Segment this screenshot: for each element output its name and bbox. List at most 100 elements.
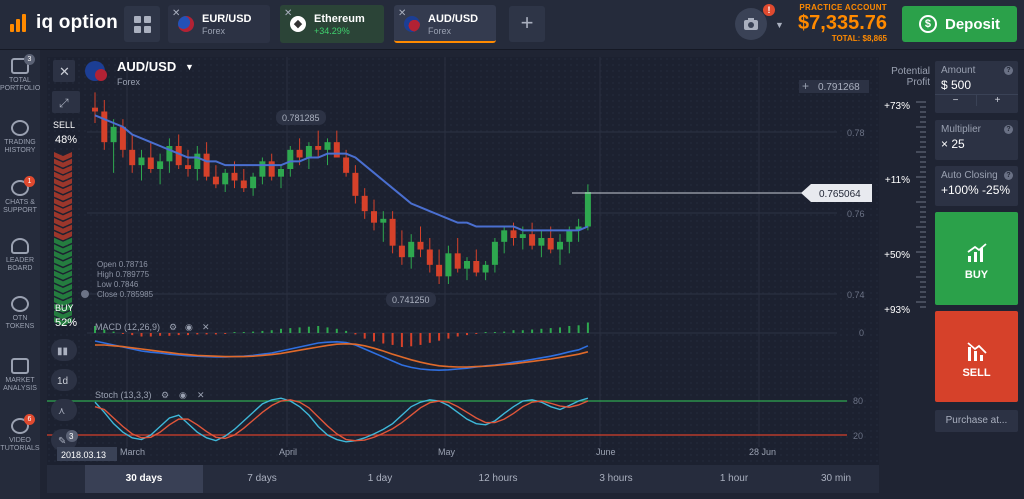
account-balance[interactable]: PRACTICE ACCOUNT $7,335.76 TOTAL: $8,865	[775, 3, 887, 43]
candle-up	[482, 264, 489, 273]
nav-total-portfolio[interactable]: 3 TOTAL PORTFOLIO	[0, 54, 40, 93]
nav-label: TRADING HISTORY	[4, 139, 36, 154]
period-button[interactable]: 1d	[51, 369, 77, 391]
help-icon[interactable]: ?	[1004, 125, 1013, 134]
nav-label: OTN TOKENS	[5, 315, 35, 330]
camera-button[interactable]	[735, 8, 767, 40]
x-tick: April	[279, 447, 297, 457]
decrease-button[interactable]: −	[935, 95, 976, 106]
macd-bar	[456, 333, 459, 337]
eye-icon[interactable]: ◉	[179, 390, 187, 400]
close-icon[interactable]: ✕	[172, 8, 180, 19]
add-tab-button[interactable]: +	[509, 6, 545, 42]
nav-chats-support[interactable]: 1 CHATS & SUPPORT	[0, 176, 40, 215]
tab-eurusd[interactable]: ✕ EUR/USD Forex	[168, 5, 270, 43]
indicators-button[interactable]: ⋏	[51, 399, 77, 421]
indicators-icon: ⋏	[58, 406, 65, 417]
amount-value[interactable]: $ 500	[935, 76, 1018, 94]
macd-bar	[410, 333, 413, 347]
profit-level: +93%	[884, 305, 910, 316]
nav-leader-board[interactable]: LEADER BOARD	[0, 238, 40, 273]
candle-down	[333, 142, 340, 158]
analysis-icon	[11, 358, 29, 374]
logo[interactable]: iq option	[8, 12, 118, 34]
candle-down	[92, 107, 98, 112]
plus-icon[interactable]: +	[802, 79, 809, 93]
candles-icon: ▮▮	[57, 346, 68, 357]
purchase-at-button[interactable]: Purchase at...	[935, 410, 1018, 432]
info-icon[interactable]	[81, 290, 89, 298]
multiplier-field[interactable]: ? Multiplier × 25	[935, 120, 1018, 160]
multiplier-value[interactable]: × 25	[935, 135, 1018, 153]
max-callout-value: 0.781285	[282, 113, 320, 123]
close-icon[interactable]: ✕	[398, 8, 406, 19]
nav-otn-tokens[interactable]: OTN TOKENS	[0, 296, 40, 331]
gear-icon[interactable]: ⚙	[169, 322, 177, 332]
close-icon[interactable]: ✕	[197, 390, 205, 400]
asset-grid-button[interactable]	[124, 6, 160, 42]
close-icon[interactable]: ✕	[59, 64, 70, 79]
candle-up	[501, 230, 508, 242]
auto-closing-field[interactable]: ? Auto Closing +100% -25%	[935, 166, 1018, 206]
chart-type-button[interactable]: ▮▮	[51, 339, 77, 361]
nav-video-tutorials[interactable]: 6 VIDEO TUTORIALS	[0, 414, 40, 453]
sell-label: SELL	[53, 120, 75, 130]
candle-down	[212, 176, 219, 185]
macd-bar	[586, 322, 589, 333]
buy-button[interactable]: BUY	[935, 212, 1018, 305]
auto-closing-value[interactable]: +100% -25%	[935, 181, 1018, 199]
macd-bar	[466, 333, 468, 336]
candle-down	[147, 157, 154, 169]
help-icon[interactable]: ?	[1004, 66, 1013, 75]
candle-down	[268, 161, 275, 177]
help-icon[interactable]: ?	[1004, 171, 1013, 180]
nav-label: LEADER BOARD	[5, 257, 34, 272]
candle-up	[584, 192, 591, 227]
us-flag-icon	[95, 69, 107, 81]
stoch-label: Stoch (13,3,3)	[95, 390, 152, 400]
gear-icon[interactable]: ⚙	[161, 390, 169, 400]
macd-bar	[400, 333, 403, 347]
expand-icon[interactable]: ⤢	[58, 96, 69, 110]
candle-up	[278, 169, 284, 177]
tab-ethereum[interactable]: ✕ ◆ Ethereum +34.29%	[280, 5, 384, 43]
candle-up	[305, 146, 312, 158]
tab-name: EUR/USD	[202, 13, 252, 25]
asset-name[interactable]: AUD/USD	[117, 59, 176, 74]
balance-value: $7,335.76	[798, 12, 887, 34]
candle-down	[371, 211, 377, 223]
amount-field[interactable]: ? Amount $ 500 − +	[935, 61, 1018, 113]
timeframe-12-hours[interactable]: 12 hours	[439, 465, 557, 493]
timeframe-3-hours[interactable]: 3 hours	[557, 465, 675, 493]
nav-label: VIDEO TUTORIALS	[0, 437, 40, 452]
macd-bar	[270, 330, 273, 333]
history-icon	[11, 120, 29, 136]
close-icon[interactable]: ✕	[202, 322, 210, 332]
sell-button[interactable]: SELL	[935, 311, 1018, 402]
drawing-icon: ✎	[58, 436, 66, 447]
macd-bar	[335, 328, 338, 333]
macd-label: MACD (12,26,9)	[95, 322, 160, 332]
close-icon[interactable]: ✕	[284, 8, 292, 19]
candle-up	[538, 238, 545, 246]
nav-trading-history[interactable]: TRADING HISTORY	[0, 120, 40, 155]
eye-icon[interactable]: ◉	[185, 322, 193, 332]
price-chart[interactable]: 0.765064 + 0.791268 0.781285 0.741250 0.…	[47, 57, 879, 465]
tab-audusd[interactable]: ✕ AUD/USD Forex	[394, 5, 496, 43]
timeframe-30-days[interactable]: 30 days	[85, 465, 203, 493]
macd-bar	[493, 332, 496, 333]
timeframe-30-min[interactable]: 30 min	[793, 465, 879, 493]
macd-bar	[447, 333, 450, 339]
deposit-button[interactable]: $ Deposit	[902, 6, 1017, 42]
macd-bar	[149, 333, 152, 337]
timeframe-1-day[interactable]: 1 day	[321, 465, 439, 493]
candle-up	[250, 176, 257, 189]
ohlc-low: Low 0.7846	[97, 280, 139, 289]
increase-button[interactable]: +	[976, 95, 1018, 106]
ohlc-open: Open 0.78716	[97, 260, 148, 269]
timeframe-7-days[interactable]: 7 days	[203, 465, 321, 493]
buy-label: BUY	[964, 269, 989, 281]
timeframe-1-hour[interactable]: 1 hour	[675, 465, 793, 493]
chevron-down-icon[interactable]: ▼	[185, 62, 194, 72]
nav-market-analysis[interactable]: MARKET ANALYSIS	[0, 358, 40, 393]
